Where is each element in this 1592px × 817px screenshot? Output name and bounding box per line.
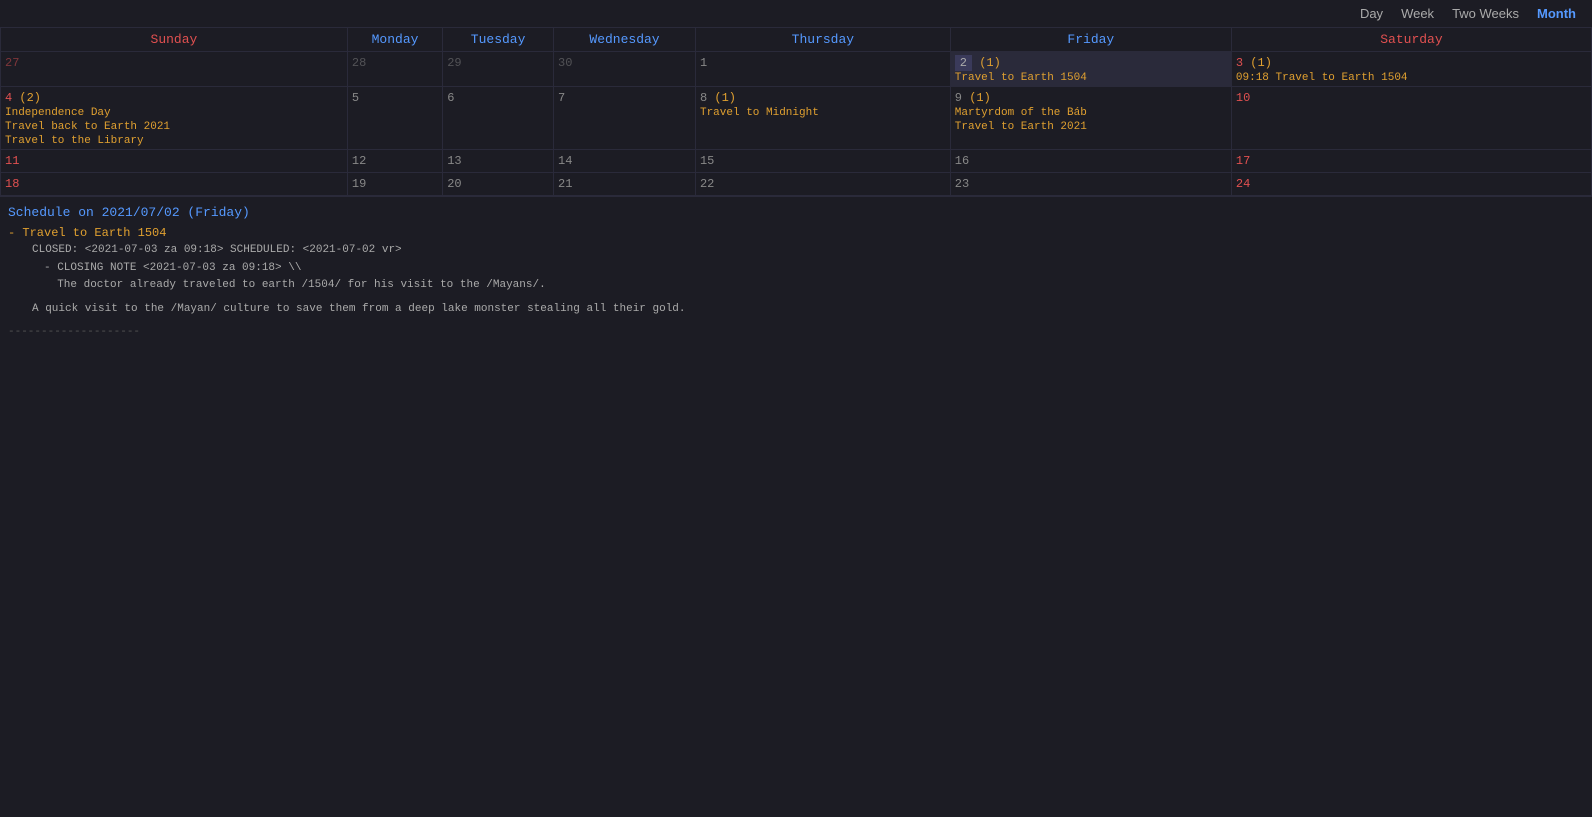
schedule-meta: CLOSED: <2021-07-03 za 09:18> SCHEDULED:… bbox=[32, 242, 1584, 260]
cal-cell[interactable]: 30 bbox=[554, 52, 696, 87]
col-thursday: Thursday bbox=[695, 28, 950, 52]
cell-num: 18 bbox=[5, 177, 343, 191]
schedule-note-body: The doctor already traveled to earth /15… bbox=[44, 277, 1584, 295]
cal-cell[interactable]: 8 (1) Travel to Midnight bbox=[695, 87, 950, 150]
cal-cell[interactable]: 1 bbox=[695, 52, 950, 87]
next-button[interactable] bbox=[40, 12, 52, 16]
cell-num: 5 bbox=[352, 91, 438, 105]
cell-num: 20 bbox=[447, 177, 549, 191]
cal-cell[interactable]: 14 bbox=[554, 150, 696, 173]
cell-num: 22 bbox=[700, 177, 946, 191]
cal-cell[interactable]: 16 bbox=[950, 150, 1231, 173]
prev-button[interactable] bbox=[24, 12, 36, 16]
cell-num: 10 bbox=[1236, 91, 1587, 105]
cal-cell[interactable]: 12 bbox=[347, 150, 442, 173]
view-day[interactable]: Day bbox=[1352, 4, 1391, 23]
calendar-body: 27 28 29 30 1 2 (1) Travel to Earth 1504 3 (1) 0… bbox=[1, 52, 1592, 196]
event[interactable]: Travel to Earth 2021 bbox=[955, 121, 1227, 133]
event[interactable]: 09:18 Travel to Earth 1504 bbox=[1236, 72, 1587, 84]
cal-cell[interactable]: 13 bbox=[443, 150, 554, 173]
schedule-note-label: - CLOSING NOTE <2021-07-03 za 09:18> \\ bbox=[44, 260, 1584, 278]
cal-cell[interactable]: 28 bbox=[347, 52, 442, 87]
event[interactable]: Travel to the Library bbox=[5, 135, 343, 147]
cell-num: 27 bbox=[5, 56, 343, 70]
cal-cell[interactable]: 17 bbox=[1231, 150, 1591, 173]
cal-cell[interactable]: 4 (2) Independence Day Travel back to Eart… bbox=[1, 87, 348, 150]
cell-num: 21 bbox=[558, 177, 691, 191]
schedule-divider: -------------------- bbox=[8, 326, 1584, 338]
cell-num: 2 (1) bbox=[955, 56, 1227, 70]
cell-num: 30 bbox=[558, 56, 691, 70]
cell-num: 24 bbox=[1236, 177, 1587, 191]
cell-num: 28 bbox=[352, 56, 438, 70]
cal-cell[interactable]: 5 bbox=[347, 87, 442, 150]
cell-num: 6 bbox=[447, 91, 549, 105]
cal-cell[interactable]: 24 bbox=[1231, 173, 1591, 196]
col-tuesday: Tuesday bbox=[443, 28, 554, 52]
event[interactable]: Independence Day bbox=[5, 107, 343, 119]
cal-cell[interactable]: 21 bbox=[554, 173, 696, 196]
cal-cell[interactable]: 20 bbox=[443, 173, 554, 196]
cal-cell[interactable]: 27 bbox=[1, 52, 348, 87]
event[interactable]: Martyrdom of the Báb bbox=[955, 107, 1227, 119]
col-friday: Friday bbox=[950, 28, 1231, 52]
cell-num: 9 (1) bbox=[955, 91, 1227, 105]
calendar-table: Sunday Monday Tuesday Wednesday Thursday… bbox=[0, 27, 1592, 196]
cell-num: 8 (1) bbox=[700, 91, 946, 105]
cal-cell[interactable]: 23 bbox=[950, 173, 1231, 196]
col-monday: Monday bbox=[347, 28, 442, 52]
cell-num: 7 bbox=[558, 91, 691, 105]
cell-num: 13 bbox=[447, 154, 549, 168]
schedule-item-title[interactable]: - Travel to Earth 1504 bbox=[8, 226, 1584, 240]
col-saturday: Saturday bbox=[1231, 28, 1591, 52]
cell-num: 19 bbox=[352, 177, 438, 191]
header: Day Week Two Weeks Month bbox=[0, 0, 1592, 27]
cal-cell[interactable]: 6 bbox=[443, 87, 554, 150]
event[interactable]: Travel back to Earth 2021 bbox=[5, 121, 343, 133]
cal-cell[interactable]: 15 bbox=[695, 150, 950, 173]
cell-num: 4 (2) bbox=[5, 91, 343, 105]
cell-num: 1 bbox=[700, 56, 946, 70]
cell-num: 12 bbox=[352, 154, 438, 168]
cell-num: 23 bbox=[955, 177, 1227, 191]
cell-num: 15 bbox=[700, 154, 946, 168]
today-button[interactable] bbox=[56, 12, 72, 16]
schedule-panel: Schedule on 2021/07/02 (Friday) - Travel… bbox=[0, 196, 1592, 338]
view-week[interactable]: Week bbox=[1393, 4, 1442, 23]
nav-buttons bbox=[24, 12, 72, 16]
col-wednesday: Wednesday bbox=[554, 28, 696, 52]
cell-num: 11 bbox=[5, 154, 343, 168]
view-month[interactable]: Month bbox=[1529, 4, 1584, 23]
cal-cell[interactable]: 9 (1) Martyrdom of the Báb Travel to Earth… bbox=[950, 87, 1231, 150]
schedule-title: Schedule on 2021/07/02 (Friday) bbox=[8, 205, 1584, 220]
event[interactable]: Travel to Earth 1504 bbox=[955, 72, 1227, 84]
cal-cell[interactable]: 10 bbox=[1231, 87, 1591, 150]
cal-cell[interactable]: 22 bbox=[695, 173, 950, 196]
cal-cell[interactable]: 7 bbox=[554, 87, 696, 150]
cal-cell[interactable]: 3 (1) 09:18 Travel to Earth 1504 bbox=[1231, 52, 1591, 87]
cal-cell[interactable]: 11 bbox=[1, 150, 348, 173]
view-buttons: Day Week Two Weeks Month bbox=[1352, 4, 1584, 23]
cell-num: 16 bbox=[955, 154, 1227, 168]
col-sunday: Sunday bbox=[1, 28, 348, 52]
schedule-desc: A quick visit to the /Mayan/ culture to … bbox=[32, 301, 1584, 319]
cal-cell[interactable]: 18 bbox=[1, 173, 348, 196]
cell-num: 14 bbox=[558, 154, 691, 168]
cal-cell[interactable]: 2 (1) Travel to Earth 1504 bbox=[950, 52, 1231, 87]
cal-cell[interactable]: 29 bbox=[443, 52, 554, 87]
cal-cell[interactable]: 19 bbox=[347, 173, 442, 196]
view-two-weeks[interactable]: Two Weeks bbox=[1444, 4, 1527, 23]
cell-num: 29 bbox=[447, 56, 549, 70]
cell-num: 3 (1) bbox=[1236, 56, 1587, 70]
event[interactable]: Travel to Midnight bbox=[700, 107, 946, 119]
cell-num: 17 bbox=[1236, 154, 1587, 168]
